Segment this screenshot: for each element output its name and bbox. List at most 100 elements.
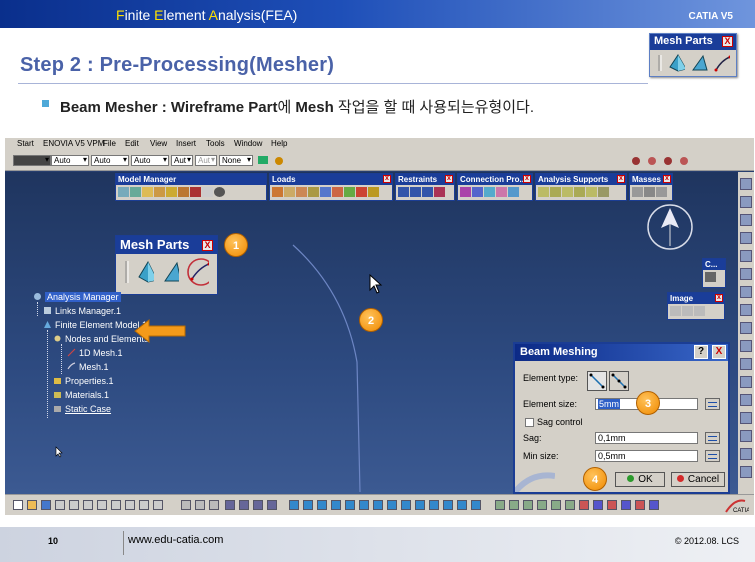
menu-enovia[interactable]: ENOVIA V5 VPM <box>43 139 104 148</box>
callout-3: 3 <box>636 391 660 415</box>
menu-help[interactable]: Help <box>271 139 287 148</box>
dialog-decoration-icon <box>515 472 555 492</box>
mesh-parts-toolbar: Mesh Parts X <box>115 235 218 295</box>
menu-tools[interactable]: Tools <box>206 139 225 148</box>
workbench-icons[interactable] <box>630 154 700 168</box>
menu-insert[interactable]: Insert <box>176 139 196 148</box>
close-icon[interactable]: x <box>383 175 391 183</box>
none-combo[interactable]: None <box>219 155 253 166</box>
painter-icon[interactable] <box>257 154 287 168</box>
slide-header-title: Finite Element Analysis(FEA) <box>116 7 298 23</box>
mesh-parts-toolbar-title: Mesh Parts X <box>650 34 736 50</box>
surface-mesher-icon[interactable] <box>162 260 180 284</box>
loads-toolbar: Loads x <box>269 173 393 201</box>
tree-1d-mesh[interactable]: 1D Mesh.1 <box>67 348 123 360</box>
close-icon[interactable]: x <box>445 175 453 183</box>
element-size-unit-button[interactable] <box>705 398 720 410</box>
linear-element-type-icon[interactable] <box>587 371 607 391</box>
linetype-combo[interactable]: Auto <box>91 155 129 166</box>
compass-icon[interactable] <box>645 202 695 252</box>
beam-mesher-icon <box>714 55 731 72</box>
menu-bar: Start ENOVIA V5 VPM File Edit View Inser… <box>5 138 754 151</box>
right-toolbar <box>738 172 754 494</box>
tree-properties[interactable]: Properties.1 <box>53 376 114 388</box>
menu-start[interactable]: Start <box>17 139 34 148</box>
sag-label: Sag: <box>523 433 542 443</box>
c-toolbar: C... <box>702 258 726 288</box>
slide-footer: 10 www.edu-catia.com © 2012.08. LCS <box>0 527 755 562</box>
close-icon[interactable]: x <box>715 294 723 302</box>
arrow-cursor-icon <box>55 446 63 458</box>
sag-control-checkbox[interactable] <box>525 418 534 427</box>
pointer-arrow-icon <box>134 318 186 344</box>
octree-tetrahedron-mesher-icon <box>669 54 686 72</box>
menu-edit[interactable]: Edit <box>125 139 139 148</box>
help-button[interactable]: ? <box>694 345 708 359</box>
step-title: Step 2 : Pre-Processing(Mesher) <box>20 54 335 76</box>
sag-field[interactable]: 0,1mm <box>595 432 698 444</box>
menu-file[interactable]: File <box>103 139 116 148</box>
bottom-toolbar: CATIA <box>5 494 754 515</box>
footer-copyright: © 2012.08. LCS <box>674 536 739 546</box>
sag-unit-button[interactable] <box>705 432 720 444</box>
footer-divider <box>123 531 124 555</box>
restraints-toolbar: Restraints x <box>395 173 455 201</box>
callout-1: 1 <box>224 233 248 257</box>
model-manager-toolbar: Model Manager <box>115 173 267 201</box>
tree-analysis-manager[interactable]: Analysis Manager <box>33 292 121 304</box>
min-size-label: Min size: <box>523 451 559 461</box>
ok-icon <box>627 475 635 482</box>
parabolic-element-type-icon[interactable] <box>609 371 629 391</box>
ok-button[interactable]: OK <box>615 472 665 487</box>
title-divider <box>18 83 648 84</box>
cancel-button[interactable]: Cancel <box>671 472 725 487</box>
surface-mesher-icon <box>692 54 708 71</box>
layer-combo[interactable]: Aut <box>195 155 217 166</box>
element-type-label: Element type: <box>523 373 579 383</box>
tree-links-manager[interactable]: Links Manager.1 <box>43 306 121 318</box>
menu-window[interactable]: Window <box>234 139 262 148</box>
image-toolbar: Image x <box>667 292 725 320</box>
sag-control-label: Sag control <box>537 417 583 427</box>
close-icon[interactable]: x <box>523 175 531 183</box>
callout-4: 4 <box>583 467 607 491</box>
bullet-text: Beam Mesher : Wireframe Part에 Mesh 작업을 할… <box>60 99 535 116</box>
beam-mesher-icon[interactable] <box>187 258 209 286</box>
beam-meshing-dialog: Beam Meshing ? X Element type: Element s… <box>513 342 730 494</box>
tree-finite-element-model[interactable]: Finite Element Model.1 <box>43 320 147 332</box>
element-size-label: Element size: <box>523 399 578 409</box>
close-button[interactable]: X <box>712 345 726 359</box>
catia-brand: CATIA V5 <box>688 11 733 22</box>
toolbar-handle-icon <box>125 261 129 283</box>
move-cursor-icon <box>369 273 383 294</box>
slide-header-bar: Finite Element Analysis(FEA) CATIA V5 <box>0 0 755 28</box>
graphic-properties-bar: Auto Auto Auto Aut Aut None <box>5 151 754 171</box>
tree-mesh[interactable]: Mesh.1 <box>67 362 109 374</box>
footer-url[interactable]: www.edu-catia.com <box>128 534 223 546</box>
min-size-field[interactable]: 0,5mm <box>595 450 698 462</box>
transparency-combo[interactable]: Auto <box>51 155 89 166</box>
dialog-title: Beam Meshing ? X <box>515 344 728 361</box>
callout-2: 2 <box>359 308 383 332</box>
analysis-supports-toolbar: Analysis Supports x <box>535 173 627 201</box>
menu-view[interactable]: View <box>150 139 167 148</box>
close-icon[interactable]: x <box>617 175 625 183</box>
svg-text:CATIA: CATIA <box>733 508 749 514</box>
point-combo[interactable]: Aut <box>171 155 193 166</box>
toolbar-handle-icon <box>658 55 662 71</box>
close-icon: X <box>722 36 733 47</box>
connection-properties-toolbar: Connection Pro... x <box>457 173 533 201</box>
close-icon[interactable]: x <box>663 175 671 183</box>
close-icon[interactable]: X <box>202 240 213 251</box>
catia-logo-icon: CATIA <box>725 499 749 514</box>
cancel-icon <box>676 475 684 482</box>
tree-static-case[interactable]: Static Case <box>53 404 111 416</box>
page-number: 10 <box>48 536 59 546</box>
color-combo[interactable] <box>13 155 51 166</box>
tree-materials[interactable]: Materials.1 <box>53 390 109 402</box>
min-size-unit-button[interactable] <box>705 450 720 462</box>
masses-toolbar: Masses x <box>629 173 673 201</box>
bullet-icon <box>42 100 49 107</box>
linewidth-combo[interactable]: Auto <box>131 155 169 166</box>
octree-tetrahedron-mesher-icon[interactable] <box>137 260 154 284</box>
